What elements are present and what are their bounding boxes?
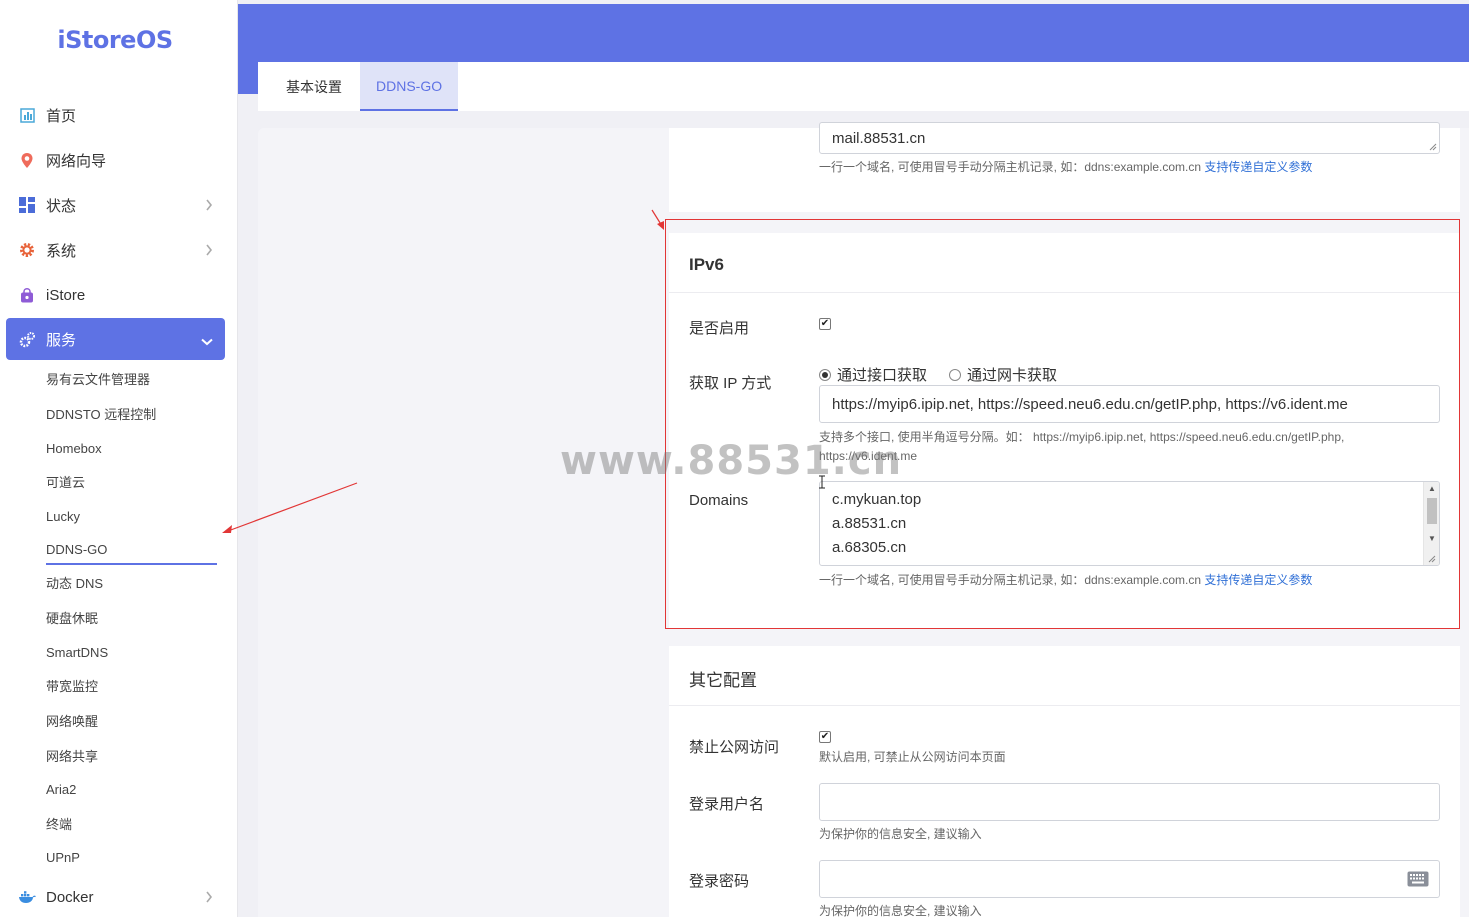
ipv4-section-tail: mail.88531.cn 一行一个域名, 可使用冒号手动分隔主机记录, 如：d… bbox=[669, 122, 1460, 212]
ip-method-radio-interface[interactable]: 通过接口获取 bbox=[819, 364, 927, 385]
sidebar-item-label: iStore bbox=[46, 286, 86, 304]
scroll-thumb[interactable] bbox=[1427, 498, 1437, 524]
check-icon: ✔ bbox=[820, 731, 830, 742]
ipv4-domains-hint: 一行一个域名, 可使用冒号手动分隔主机记录, 如：ddns:example.co… bbox=[819, 158, 1459, 177]
grid-icon bbox=[18, 196, 36, 214]
sidebar-item-services[interactable]: 服务 bbox=[6, 318, 225, 360]
domains-label: Domains bbox=[689, 492, 749, 509]
sidebar-item-istore[interactable]: iStore bbox=[6, 274, 225, 316]
block-public-checkbox[interactable]: ✔ bbox=[819, 731, 831, 743]
sidebar-subitem-smartdns[interactable]: SmartDNS bbox=[46, 644, 108, 662]
sidebar-subitem-wol[interactable]: 网络唤醒 bbox=[46, 713, 98, 731]
ipv6-enable-label: 是否启用 bbox=[689, 320, 750, 337]
tab-ddns-go[interactable]: DDNS-GO bbox=[360, 62, 459, 111]
hint-text: 一行一个域名, 可使用冒号手动分隔主机记录, 如：ddns:example.co… bbox=[819, 160, 1202, 174]
domain-line: c.mykuan.top bbox=[832, 491, 922, 508]
sidebar-subitem-kodcloud[interactable]: 可道云 bbox=[46, 474, 85, 492]
ipv6-domains-hint: 一行一个域名, 可使用冒号手动分隔主机记录, 如：ddns:example.co… bbox=[819, 571, 1459, 590]
logo: iStoreOS bbox=[57, 26, 173, 54]
chevron-right-icon bbox=[205, 890, 213, 907]
password-hint: 为保护你的信息安全, 建议输入 bbox=[819, 904, 982, 917]
active-subitem-underline bbox=[46, 563, 217, 565]
other-config-title: 其它配置 bbox=[689, 671, 757, 690]
block-public-hint: 默认启用, 可禁止从公网访问本页面 bbox=[819, 750, 1006, 764]
radio-unselected-icon bbox=[949, 368, 961, 381]
sidebar-subitem-upnp[interactable]: UPnP bbox=[46, 849, 80, 867]
username-input[interactable] bbox=[819, 783, 1440, 821]
sidebar-subitem-ddnsto[interactable]: DDNSTO 远程控制 bbox=[46, 406, 156, 424]
sidebar: iStoreOS 首页 网络向导 状态 系统 iStore 服务 易有云文件管理… bbox=[0, 0, 238, 917]
chevron-right-icon bbox=[205, 198, 213, 215]
sidebar-item-label: Docker bbox=[46, 888, 94, 906]
card-divider bbox=[669, 292, 1460, 293]
password-input[interactable] bbox=[819, 860, 1440, 898]
location-pin-icon bbox=[18, 151, 36, 169]
password-label: 登录密码 bbox=[689, 873, 750, 890]
sidebar-item-system[interactable]: 系统 bbox=[6, 229, 225, 271]
sidebar-item-label: 服务 bbox=[46, 331, 77, 349]
chevron-right-icon bbox=[205, 243, 213, 260]
sidebar-item-network-wizard[interactable]: 网络向导 bbox=[6, 139, 225, 181]
sidebar-item-label: 状态 bbox=[46, 197, 77, 215]
ipv4-domains-textarea[interactable]: mail.88531.cn bbox=[819, 122, 1440, 154]
ipv6-card: IPv6 是否启用 ✔ 获取 IP 方式 通过接口获取 通过网卡获取 https… bbox=[669, 233, 1460, 628]
docker-whale-icon bbox=[18, 888, 36, 906]
custom-params-link[interactable]: 支持传递自定义参数 bbox=[1204, 160, 1312, 174]
ipv6-title: IPv6 bbox=[689, 255, 724, 274]
scroll-up-icon[interactable]: ▲ bbox=[1424, 482, 1439, 496]
sidebar-item-label: 系统 bbox=[46, 242, 77, 260]
resize-grip-icon[interactable] bbox=[1426, 553, 1436, 563]
radio-selected-icon bbox=[819, 368, 831, 381]
username-hint: 为保护你的信息安全, 建议输入 bbox=[819, 827, 982, 841]
domain-line: mail.88531.cn bbox=[832, 130, 926, 147]
keyboard-icon[interactable] bbox=[1407, 871, 1429, 891]
scroll-down-icon[interactable]: ▼ bbox=[1424, 532, 1439, 546]
check-icon: ✔ bbox=[820, 318, 830, 329]
ip-url-hint: 支持多个接口, 使用半角逗号分隔。如： https://myip6.ipip.n… bbox=[819, 428, 1449, 466]
block-public-label: 禁止公网访问 bbox=[689, 739, 780, 756]
sidebar-subitem-linkease[interactable]: 易有云文件管理器 bbox=[46, 371, 150, 389]
sidebar-subitem-bandwidth[interactable]: 带宽监控 bbox=[46, 678, 98, 696]
dashboard-icon bbox=[18, 106, 36, 124]
sidebar-subitem-ddns-go[interactable]: DDNS-GO bbox=[46, 541, 107, 559]
ip-method-label: 获取 IP 方式 bbox=[689, 375, 772, 392]
sidebar-subitem-terminal[interactable]: 终端 bbox=[46, 816, 72, 834]
sidebar-item-label: 网络向导 bbox=[46, 152, 107, 170]
sidebar-subitem-aria2[interactable]: Aria2 bbox=[46, 781, 76, 799]
sidebar-subitem-dynamic-dns[interactable]: 动态 DNS bbox=[46, 575, 103, 593]
sidebar-subitem-homebox[interactable]: Homebox bbox=[46, 440, 102, 458]
radio-label: 通过网卡获取 bbox=[967, 367, 1058, 384]
sidebar-item-home[interactable]: 首页 bbox=[6, 94, 225, 136]
sidebar-subitem-lucky[interactable]: Lucky bbox=[46, 508, 80, 526]
hint-line: https://v6.ident.me bbox=[819, 449, 918, 463]
store-bag-icon bbox=[18, 286, 36, 304]
domain-line: a.68305.cn bbox=[832, 539, 907, 556]
tab-bar: 基本设置 DDNS-GO bbox=[258, 62, 1469, 111]
ipv6-enable-checkbox[interactable]: ✔ bbox=[819, 318, 831, 330]
ip-method-radio-nic[interactable]: 通过网卡获取 bbox=[949, 364, 1057, 385]
sidebar-subitem-network-share[interactable]: 网络共享 bbox=[46, 748, 98, 766]
resize-grip-icon[interactable] bbox=[1427, 141, 1437, 151]
services-gear-icon bbox=[18, 330, 36, 348]
hint-line: 支持多个接口, 使用半角逗号分隔。如： https://myip6.ipip.n… bbox=[819, 430, 1345, 444]
custom-params-link[interactable]: 支持传递自定义参数 bbox=[1204, 573, 1312, 587]
sidebar-item-docker[interactable]: Docker bbox=[6, 876, 225, 917]
radio-label: 通过接口获取 bbox=[837, 367, 928, 384]
other-config-card: 其它配置 禁止公网访问 ✔ 默认启用, 可禁止从公网访问本页面 登录用户名 为保… bbox=[669, 646, 1460, 917]
chevron-down-icon bbox=[201, 333, 213, 350]
sidebar-item-status[interactable]: 状态 bbox=[6, 184, 225, 226]
ip-url-input[interactable]: https://myip6.ipip.net, https://speed.ne… bbox=[819, 385, 1440, 423]
hint-text: 一行一个域名, 可使用冒号手动分隔主机记录, 如：ddns:example.co… bbox=[819, 573, 1202, 587]
tab-basic-settings[interactable]: 基本设置 bbox=[270, 62, 358, 111]
domain-line: a.88531.cn bbox=[832, 515, 907, 532]
card-divider bbox=[669, 705, 1460, 706]
ipv6-domains-textarea[interactable]: c.mykuan.top a.88531.cn a.68305.cn ▲ ▼ bbox=[819, 481, 1440, 566]
username-label: 登录用户名 bbox=[689, 796, 765, 813]
sidebar-subitem-disk-sleep[interactable]: 硬盘休眠 bbox=[46, 610, 98, 628]
gear-icon bbox=[18, 241, 36, 259]
sidebar-item-label: 首页 bbox=[46, 107, 77, 125]
